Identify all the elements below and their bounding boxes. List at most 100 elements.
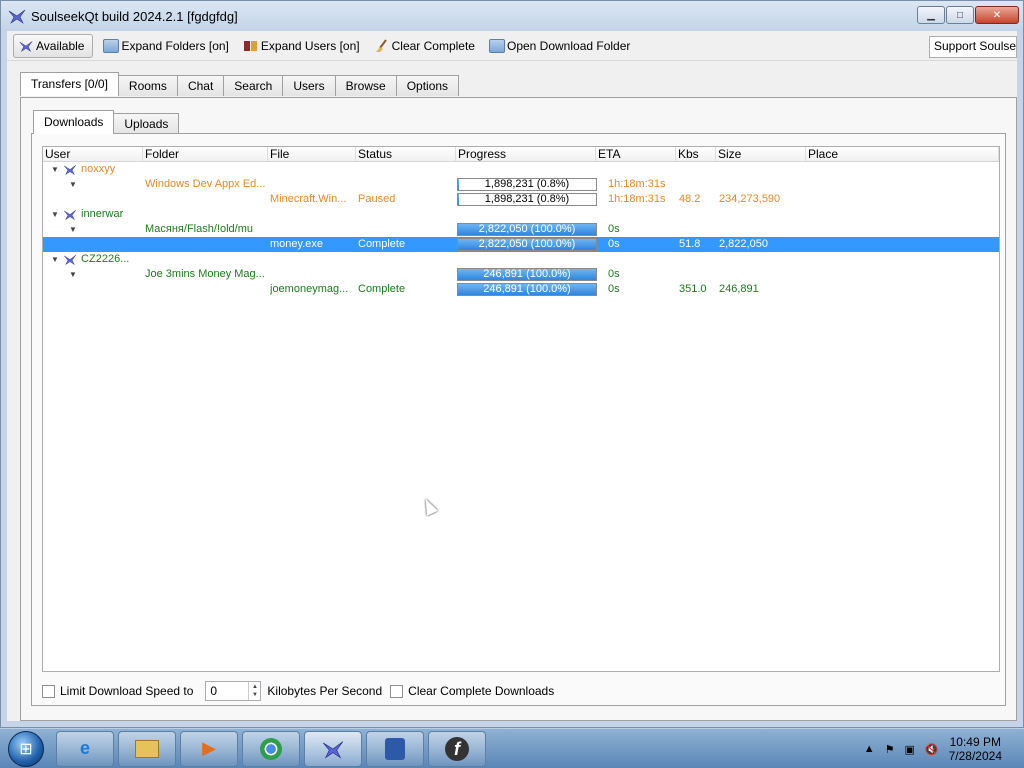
available-button[interactable]: Available [13, 33, 94, 58]
transfer-subtabs: Downloads Uploads [33, 110, 180, 134]
action-center-flag-icon[interactable]: ⚑ [885, 743, 895, 756]
table-row[interactable]: ▼ CZ2226... [43, 252, 999, 267]
system-tray: ▲ ⚑ ▣ 🔇 10:49 PM 7/28/2024 [864, 729, 1024, 768]
column-header-file[interactable]: File [268, 147, 356, 161]
column-header-eta[interactable]: ETA [596, 147, 676, 161]
expand-folders-button[interactable]: Expand Folders [on] [99, 34, 232, 58]
taskbar-media-player[interactable]: ▶ [180, 730, 238, 767]
folder-cell: Windows Dev Appx Ed... [145, 178, 266, 190]
taskbar-soulseek[interactable] [304, 730, 362, 767]
eta-cell: 1h:18m:31s [608, 178, 666, 190]
status-cell: Paused [358, 193, 396, 205]
app-window: SoulseekQt build 2024.2.1 [fgdgfdg] ▁ □ … [0, 0, 1024, 728]
support-soulseek-button[interactable]: Support Soulseek [929, 36, 1017, 58]
start-button[interactable]: ⊞ [0, 729, 52, 768]
table-row[interactable]: money.exe Complete 51.8 2,822,050 2,822,050 … [43, 237, 999, 252]
minimize-button[interactable]: ▁ [917, 6, 945, 24]
table-row[interactable]: joemoneymag... Complete 351.0 246,891 246,89… [43, 282, 999, 297]
open-download-folder-button[interactable]: Open Download Folder [485, 34, 634, 58]
progress-text: 2,822,050 (100.0%) [478, 223, 576, 235]
taskbar-app[interactable] [366, 730, 424, 767]
status-cell: Complete [358, 283, 406, 295]
transfers-panel: Downloads Uploads User Folder File Statu… [20, 97, 1017, 721]
column-header-folder[interactable]: Folder [143, 147, 268, 161]
clear-complete-checkbox[interactable] [390, 684, 404, 698]
table-row[interactable]: ▼ Масяня/Flash/!old/mu 2,822,050 (100.0%) 0… [43, 222, 999, 237]
speed-limit-value[interactable]: 0 [206, 682, 248, 700]
column-header-progress[interactable]: Progress [456, 147, 596, 161]
column-header-place[interactable]: Place [806, 147, 999, 161]
collapse-arrow-icon[interactable]: ▼ [51, 210, 59, 219]
close-button[interactable]: ✕ [975, 6, 1019, 24]
expand-users-button[interactable]: Expand Users [on] [239, 34, 364, 58]
soulseek-icon [322, 740, 344, 759]
progress-text: 1,898,231 (0.8%) [484, 178, 570, 190]
progress-text: 2,822,050 (100.0%) [478, 238, 576, 250]
table-row[interactable]: ▼ Windows Dev Appx Ed... 1,898,231 (0.8%) 1… [43, 177, 999, 192]
collapse-arrow-icon[interactable]: ▼ [69, 270, 77, 279]
folder-icon [103, 38, 120, 53]
downloads-table[interactable]: User Folder File Status Progress ETA Kbs… [42, 146, 1000, 672]
toolbar: Available Expand Folders [on] Expand Use… [7, 31, 1017, 61]
table-body: ▼ noxxyy ▼ Windows Dev Appx Ed... 1,898,231… [43, 162, 999, 297]
tab-uploads[interactable]: Uploads [113, 113, 180, 134]
spin-up-icon[interactable]: ▲ [252, 683, 258, 691]
column-header-kbs[interactable]: Kbs [676, 147, 716, 161]
progress-fill [458, 194, 460, 205]
title-bar[interactable]: SoulseekQt build 2024.2.1 [fgdgfdg] ▁ □ … [1, 1, 1023, 31]
collapse-arrow-icon[interactable]: ▼ [51, 255, 59, 264]
taskbar-flash[interactable]: f [428, 730, 486, 767]
taskbar-internet-explorer[interactable]: e [56, 730, 114, 767]
limit-speed-checkbox[interactable] [42, 684, 55, 698]
status-cell: Complete [358, 238, 406, 250]
tab-search[interactable]: Search [223, 75, 284, 96]
tab-rooms[interactable]: Rooms [117, 75, 178, 96]
clear-complete-button[interactable]: Clear Complete [370, 34, 479, 58]
kbs-cell: 48.2 [679, 193, 701, 205]
collapse-arrow-icon[interactable]: ▼ [69, 180, 77, 189]
main-tabs: Transfers [0/0] Rooms Chat Search Users … [20, 72, 1017, 96]
table-row[interactable]: Minecraft.Win... Paused 48.2 234,273,590 1,8… [43, 192, 999, 207]
size-cell: 234,273,590 [719, 193, 781, 205]
tab-transfers[interactable]: Transfers [0/0] [20, 72, 119, 96]
table-row[interactable]: ▼ innerwar [43, 207, 999, 222]
table-header: User Folder File Status Progress ETA Kbs… [43, 147, 999, 162]
folder-toggle: ▼ [69, 177, 77, 192]
network-icon[interactable]: ▣ [905, 743, 915, 756]
taskbar-file-explorer[interactable] [118, 730, 176, 767]
spin-arrows[interactable]: ▲ ▼ [248, 682, 260, 700]
window-title: SoulseekQt build 2024.2.1 [fgdgfdg] [31, 8, 238, 24]
column-header-user[interactable]: User [43, 147, 143, 161]
clear-complete-label: Clear Complete [391, 38, 475, 53]
tab-browse[interactable]: Browse [334, 75, 397, 96]
folder-cell: Масяня/Flash/!old/mu [145, 223, 253, 235]
volume-muted-icon[interactable]: 🔇 [925, 743, 939, 756]
tab-chat[interactable]: Chat [176, 75, 225, 96]
clock[interactable]: 10:49 PM 7/28/2024 [949, 735, 1002, 763]
collapse-arrow-icon[interactable]: ▼ [51, 165, 59, 174]
table-row[interactable]: ▼ noxxyy [43, 162, 999, 177]
table-row[interactable]: ▼ Joe 3mins Money Mag... 246,891 (100.0%) 0… [43, 267, 999, 282]
kbs-cell: 51.8 [679, 238, 701, 250]
eta-cell: 1h:18m:31s [608, 193, 666, 205]
taskbar-chrome[interactable] [242, 730, 300, 767]
collapse-arrow-icon[interactable]: ▼ [69, 225, 77, 234]
user-cell: ▼ noxxyy [51, 162, 115, 177]
column-header-size[interactable]: Size [716, 147, 806, 161]
kbs-cell: 351.0 [679, 283, 707, 295]
tab-downloads[interactable]: Downloads [33, 110, 115, 134]
maximize-button[interactable]: □ [946, 6, 974, 24]
tab-options[interactable]: Options [395, 75, 460, 96]
tab-users[interactable]: Users [282, 75, 336, 96]
taskbar: ⊞ e ▶ f ▲ ⚑ ▣ 🔇 10:49 PM 7/28/2024 [0, 728, 1024, 768]
media-player-icon: ▶ [202, 738, 216, 758]
column-header-status[interactable]: Status [356, 147, 456, 161]
eta-cell: 0s [608, 268, 620, 280]
progress-bar: 1,898,231 (0.8%) [457, 193, 597, 206]
speed-limit-spinbox[interactable]: 0 ▲ ▼ [205, 681, 262, 701]
spin-down-icon[interactable]: ▼ [252, 691, 258, 699]
show-hidden-icons-icon[interactable]: ▲ [864, 743, 875, 755]
progress-text: 1,898,231 (0.8%) [484, 193, 570, 205]
available-label: Available [36, 38, 85, 53]
progress-bar: 246,891 (100.0%) [457, 283, 597, 296]
